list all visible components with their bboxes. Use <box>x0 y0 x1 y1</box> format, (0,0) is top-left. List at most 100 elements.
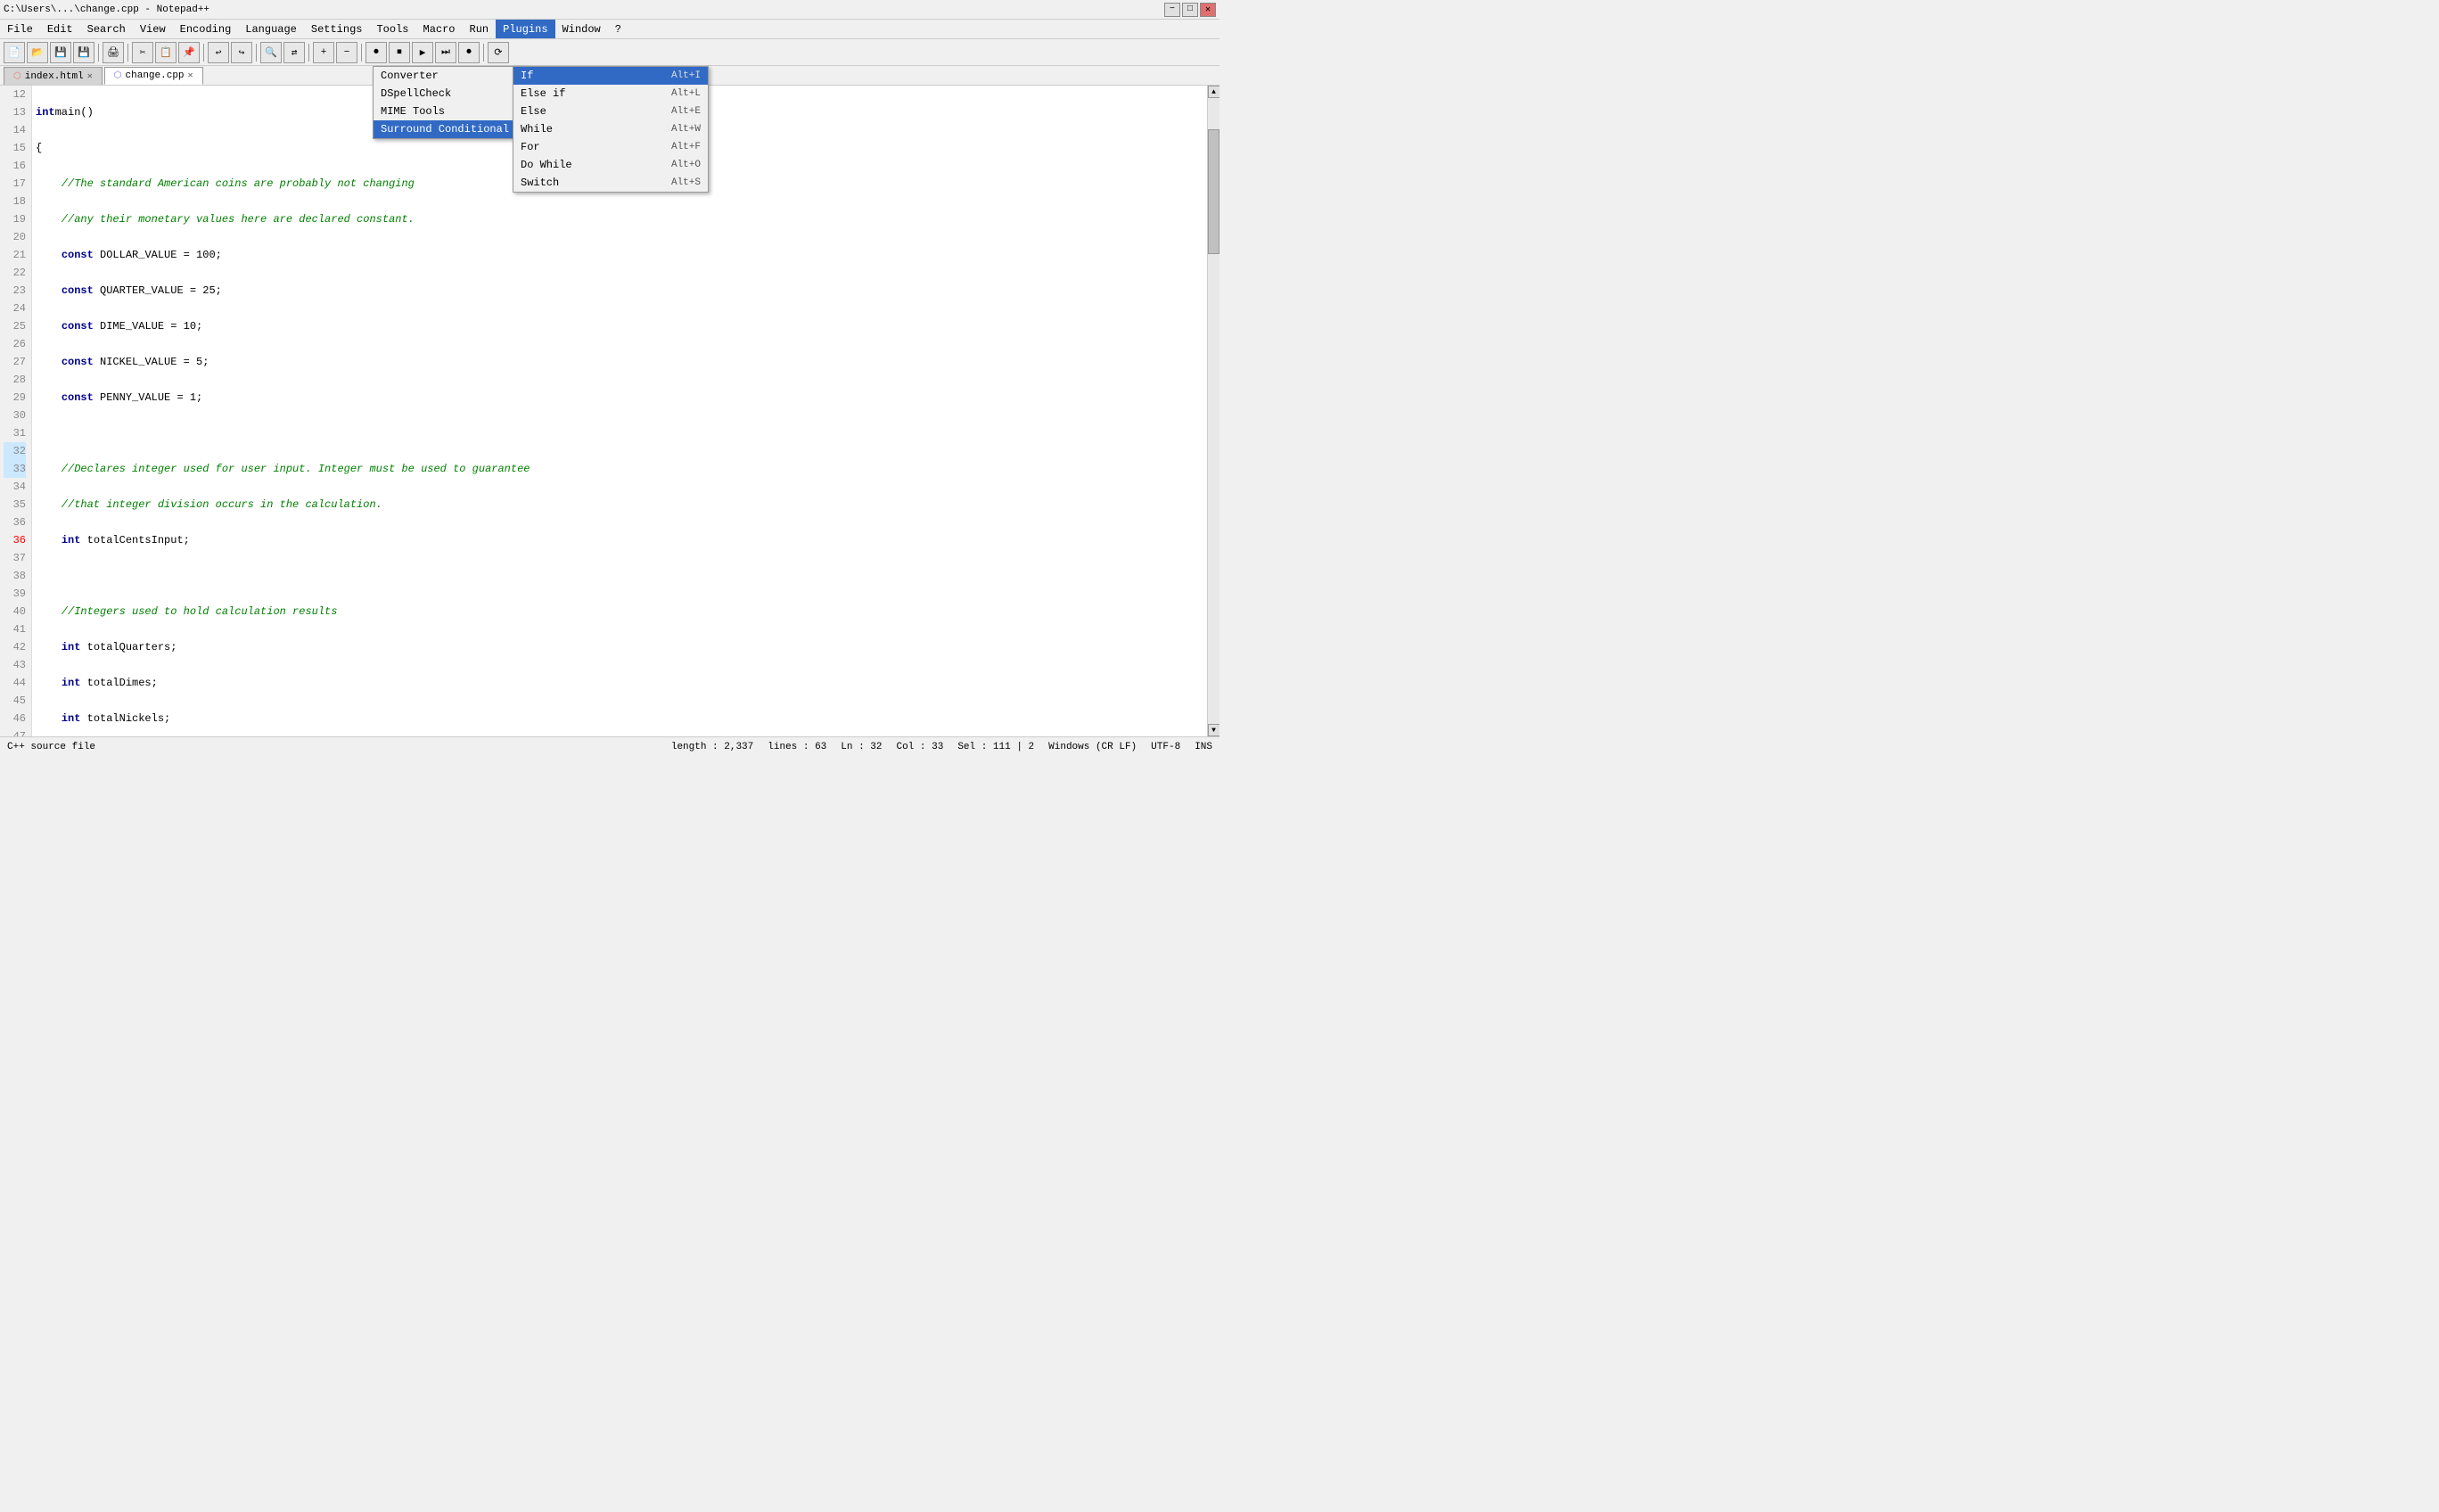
macro-record-button[interactable]: ⏺ <box>365 42 387 63</box>
code-line-23: //that integer division occurs in the ca… <box>36 496 1203 514</box>
length-label: length : 2,337 <box>671 742 753 752</box>
titlebar-title: C:\Users\...\change.cpp - Notepad++ <box>4 4 209 15</box>
encoding-label: Windows (CR LF) <box>1048 742 1137 752</box>
code-line-29: int totalNickels; <box>36 710 1203 727</box>
menu-encoding[interactable]: Encoding <box>173 20 239 38</box>
tab-change-cpp[interactable]: ⬡ change.cpp ✕ <box>104 67 203 85</box>
separator3 <box>203 44 204 62</box>
lines-label: lines : 63 <box>768 742 826 752</box>
menu-window[interactable]: Window <box>555 20 608 38</box>
surround-for-item[interactable]: For Alt+F <box>513 138 708 156</box>
replace-button[interactable]: ⇄ <box>283 42 305 63</box>
menu-help[interactable]: ? <box>608 20 628 38</box>
surround-for-label: For <box>521 141 540 153</box>
print-button[interactable]: 🖨 <box>103 42 124 63</box>
code-line-16: const DOLLAR_VALUE = 100; <box>36 246 1203 264</box>
save-all-button[interactable]: 💾 <box>73 42 94 63</box>
plugins-mime-item[interactable]: MIME Tools <box>374 103 523 120</box>
plugins-dspellcheck-label: DSpellCheck <box>381 87 451 100</box>
code-line-24: int totalCentsInput; <box>36 531 1203 549</box>
statusbar-right: length : 2,337 lines : 63 Ln : 32 Col : … <box>671 742 1212 752</box>
surround-for-shortcut: Alt+F <box>671 142 701 152</box>
cut-button[interactable]: ✂ <box>132 42 153 63</box>
save-button[interactable]: 💾 <box>50 42 71 63</box>
plugins-converter-label: Converter <box>381 70 439 82</box>
surround-elseif-label: Else if <box>521 87 565 100</box>
plugins-dspellcheck-item[interactable]: DSpellCheck <box>374 85 523 103</box>
statusbar: C++ source file length : 2,337 lines : 6… <box>0 736 1220 756</box>
code-line-22: //Declares integer used for user input. … <box>36 460 1203 478</box>
tab-close-change[interactable]: ✕ <box>188 70 193 81</box>
tab-index-html[interactable]: ⬡ index.html ✕ <box>4 67 103 85</box>
menu-run[interactable]: Run <box>463 20 497 38</box>
separator5 <box>308 44 309 62</box>
zoom-in-button[interactable]: + <box>313 42 334 63</box>
toolbar: 📄 📂 💾 💾 🖨 ✂ 📋 📌 ↩ ↪ 🔍 ⇄ + − ⏺ ⏹ ▶ ⏭ ⏺ ⟳ <box>0 39 1220 66</box>
plugins-mime-label: MIME Tools <box>381 105 445 118</box>
code-line-15: //any their monetary values here are dec… <box>36 210 1203 228</box>
open-button[interactable]: 📂 <box>27 42 48 63</box>
col-label: Col : 33 <box>897 742 944 752</box>
separator1 <box>98 44 99 62</box>
surround-if-label: If <box>521 70 533 82</box>
redo-button[interactable]: ↪ <box>231 42 252 63</box>
zoom-out-button[interactable]: − <box>336 42 357 63</box>
surround-elseif-item[interactable]: Else if Alt+L <box>513 85 708 103</box>
menu-search[interactable]: Search <box>80 20 133 38</box>
close-button[interactable]: ✕ <box>1200 3 1216 17</box>
surround-else-label: Else <box>521 105 546 118</box>
menu-plugins[interactable]: Plugins <box>496 20 554 38</box>
menu-tools[interactable]: Tools <box>369 20 415 38</box>
ins-label: INS <box>1195 742 1212 752</box>
new-button[interactable]: 📄 <box>4 42 25 63</box>
surround-if-item[interactable]: If Alt+I <box>513 67 708 85</box>
surround-else-shortcut: Alt+E <box>671 106 701 117</box>
macro-stop-button[interactable]: ⏹ <box>389 42 410 63</box>
menu-settings[interactable]: Settings <box>304 20 370 38</box>
find-button[interactable]: 🔍 <box>260 42 282 63</box>
menu-language[interactable]: Language <box>238 20 304 38</box>
tab-label-index: index.html <box>25 71 84 82</box>
surround-while-item[interactable]: While Alt+W <box>513 120 708 138</box>
plugins-surround-item[interactable]: Surround Conditional <box>374 120 523 138</box>
code-line-27: int totalQuarters; <box>36 638 1203 656</box>
surround-dowhile-item[interactable]: Do While Alt+O <box>513 156 708 174</box>
scroll-up-button[interactable]: ▲ <box>1208 86 1220 98</box>
tab-close-index[interactable]: ✕ <box>87 71 93 82</box>
macro-fast-button[interactable]: ⏭ <box>435 42 456 63</box>
scroll-thumb[interactable] <box>1208 129 1220 254</box>
menu-macro[interactable]: Macro <box>416 20 463 38</box>
vertical-scrollbar[interactable]: ▲ ▼ <box>1207 86 1220 736</box>
menu-view[interactable]: View <box>133 20 173 38</box>
scroll-track[interactable] <box>1208 98 1220 724</box>
menu-file[interactable]: File <box>0 20 40 38</box>
surround-elseif-shortcut: Alt+L <box>671 88 701 99</box>
undo-button[interactable]: ↩ <box>208 42 229 63</box>
paste-button[interactable]: 📌 <box>178 42 200 63</box>
surround-switch-shortcut: Alt+S <box>671 177 701 188</box>
menubar: File Edit Search View Encoding Language … <box>0 20 1220 39</box>
minimize-button[interactable]: − <box>1164 3 1180 17</box>
titlebar: C:\Users\...\change.cpp - Notepad++ − □ … <box>0 0 1220 20</box>
line-numbers: 12 13 14 15 16 17 18 19 20 21 22 23 24 2… <box>0 86 32 736</box>
scroll-down-button[interactable]: ▼ <box>1208 724 1220 736</box>
code-line-25 <box>36 567 1203 585</box>
code-line-28: int totalDimes; <box>36 674 1203 692</box>
surround-switch-item[interactable]: Switch Alt+S <box>513 174 708 192</box>
copy-button[interactable]: 📋 <box>155 42 177 63</box>
surround-if-shortcut: Alt+I <box>671 70 701 81</box>
plugins-surround-label: Surround Conditional <box>381 123 509 136</box>
plugins-converter-item[interactable]: Converter <box>374 67 523 85</box>
surround-else-item[interactable]: Else Alt+E <box>513 103 708 120</box>
sync-button[interactable]: ⟳ <box>488 42 509 63</box>
code-line-26: //Integers used to hold calculation resu… <box>36 603 1203 620</box>
surround-dropdown: If Alt+I Else if Alt+L Else Alt+E While … <box>513 66 709 193</box>
menu-edit[interactable]: Edit <box>40 20 80 38</box>
maximize-button[interactable]: □ <box>1182 3 1198 17</box>
code-line-20: const PENNY_VALUE = 1; <box>36 389 1203 407</box>
macro-play-button[interactable]: ▶ <box>412 42 433 63</box>
surround-while-label: While <box>521 123 553 136</box>
plugins-dropdown: Converter DSpellCheck MIME Tools Surroun… <box>373 66 524 139</box>
separator6 <box>361 44 362 62</box>
macro-save-button[interactable]: ⏺ <box>458 42 480 63</box>
